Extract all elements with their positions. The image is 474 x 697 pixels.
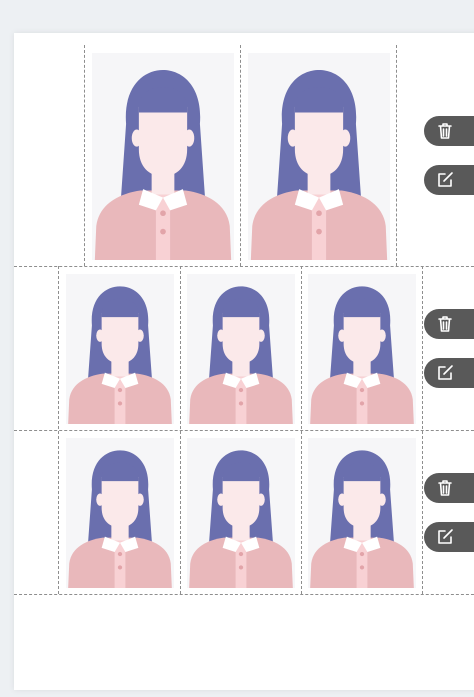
trash-icon [438, 480, 452, 496]
avatar [308, 438, 416, 588]
edit-row-button[interactable] [424, 358, 474, 388]
avatar [248, 53, 390, 260]
delete-row-button[interactable] [424, 309, 474, 339]
print-sheet [14, 33, 474, 690]
cut-line [422, 266, 423, 594]
cut-line [180, 266, 181, 594]
avatar [187, 438, 295, 588]
cut-line [58, 266, 59, 594]
trash-icon [438, 316, 452, 332]
id-photo[interactable] [187, 438, 295, 588]
avatar [66, 438, 174, 588]
edit-icon [438, 172, 453, 187]
cut-line [14, 430, 474, 431]
delete-row-button[interactable] [424, 116, 474, 146]
edit-icon [438, 529, 453, 544]
id-photo[interactable] [92, 53, 234, 260]
id-photo[interactable] [308, 274, 416, 424]
avatar [308, 274, 416, 424]
cut-line [84, 45, 85, 266]
edit-row-button[interactable] [424, 165, 474, 195]
cut-line [301, 266, 302, 594]
avatar [187, 274, 295, 424]
cut-line [14, 594, 474, 595]
edit-row-button[interactable] [424, 522, 474, 552]
delete-row-button[interactable] [424, 473, 474, 503]
id-photo[interactable] [248, 53, 390, 260]
avatar [92, 53, 234, 260]
cut-line [14, 266, 474, 267]
id-photo[interactable] [66, 438, 174, 588]
cut-line [240, 45, 241, 266]
cut-line [396, 45, 397, 266]
id-photo[interactable] [66, 274, 174, 424]
id-photo[interactable] [308, 438, 416, 588]
edit-icon [438, 365, 453, 380]
avatar [66, 274, 174, 424]
id-photo[interactable] [187, 274, 295, 424]
trash-icon [438, 123, 452, 139]
